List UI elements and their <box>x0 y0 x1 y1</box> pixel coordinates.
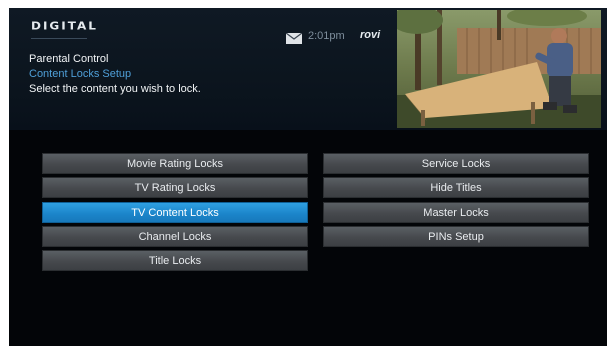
provider-logo: DIGITAL <box>31 20 98 32</box>
menu-item-pins-setup[interactable]: PINs Setup <box>323 226 589 247</box>
menu-item-tv-content-locks[interactable]: TV Content Locks <box>42 202 308 223</box>
menu-item-channel-locks[interactable]: Channel Locks <box>42 226 308 247</box>
menu-item-label: TV Rating Locks <box>134 182 216 194</box>
menu-item-movie-rating-locks[interactable]: Movie Rating Locks <box>42 153 308 174</box>
menu-item-master-locks[interactable]: Master Locks <box>323 202 589 223</box>
menu-item-tv-rating-locks[interactable]: TV Rating Locks <box>42 177 308 198</box>
menu-item-label: TV Content Locks <box>131 207 219 219</box>
header-band: DIGITAL 2:01pm rovi Parental Control Con… <box>9 8 607 130</box>
menu-item-label: PINs Setup <box>428 231 484 243</box>
menu-item-label: Movie Rating Locks <box>127 158 223 170</box>
menu-item-label: Service Locks <box>421 158 491 170</box>
menu-item-title-locks[interactable]: Title Locks <box>42 250 308 271</box>
video-preview <box>397 10 601 128</box>
instruction-text: Select the content you wish to lock. <box>29 83 201 95</box>
menu-item-label: Channel Locks <box>138 231 212 243</box>
page-title: Parental Control <box>29 53 109 65</box>
menu-item-label: Master Locks <box>423 207 489 219</box>
brand-logo: rovi <box>360 29 381 41</box>
logo-underline <box>31 34 87 39</box>
menu-item-service-locks[interactable]: Service Locks <box>323 153 589 174</box>
tv-screen: DIGITAL 2:01pm rovi Parental Control Con… <box>9 8 607 346</box>
menu-item-hide-titles[interactable]: Hide Titles <box>323 177 589 198</box>
page-subtitle: Content Locks Setup <box>29 68 132 80</box>
menu-item-label: Hide Titles <box>430 182 482 194</box>
clock: 2:01pm <box>308 30 345 42</box>
menu-item-label: Title Locks <box>148 255 202 267</box>
mail-icon <box>286 33 302 44</box>
